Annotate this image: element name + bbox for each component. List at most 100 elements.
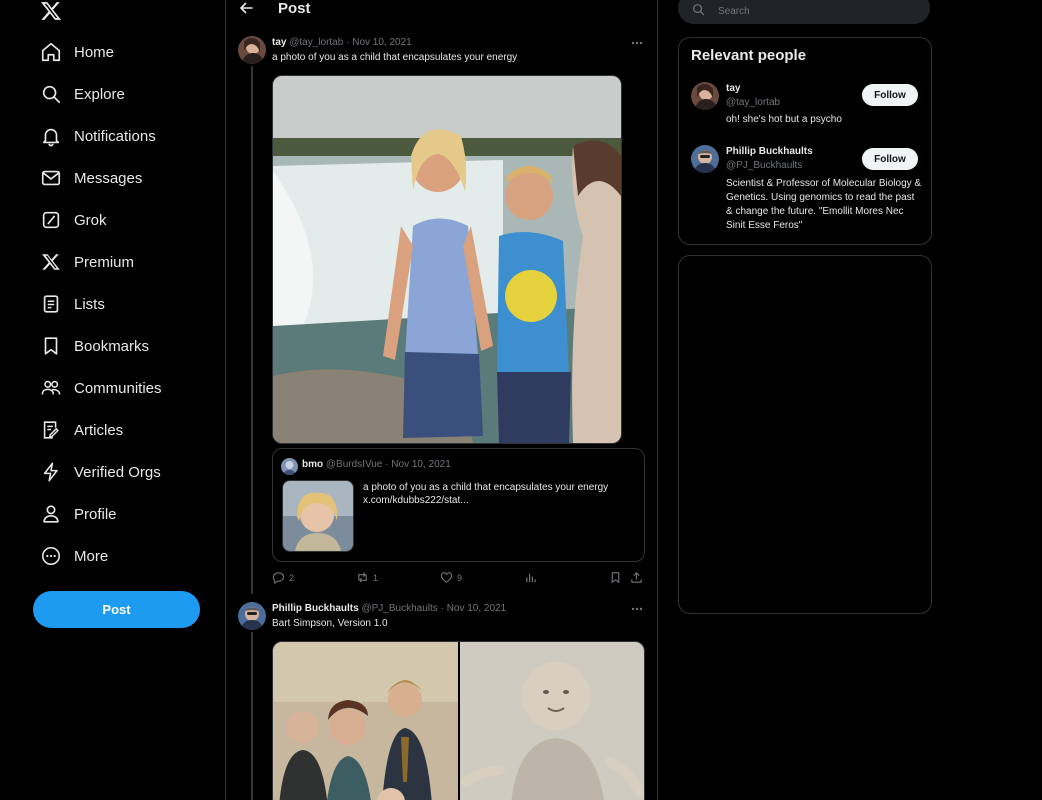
person-name[interactable]: tay	[726, 83, 740, 94]
nav-explore[interactable]: Explore	[40, 79, 125, 109]
views-button[interactable]	[524, 571, 541, 584]
tweet-header: Phillip Buckhaults @PJ_Buckhaults · Nov …	[272, 603, 506, 614]
avatar[interactable]	[691, 145, 719, 173]
avatar[interactable]	[238, 602, 266, 630]
page-title: Post	[278, 0, 311, 17]
person-icon	[40, 503, 62, 525]
person-bio: Scientist & Professor of Molecular Biolo…	[726, 178, 922, 231]
nav-label-bookmarks: Bookmarks	[74, 337, 150, 355]
bookmark-icon	[40, 335, 62, 357]
nav-communities[interactable]: Communities	[40, 373, 162, 403]
panel-title: Relevant people	[691, 47, 807, 64]
nav-label-grok: Grok	[74, 211, 107, 229]
sidebar-placeholder-panel	[678, 255, 932, 614]
lightning-icon	[40, 461, 62, 483]
search-icon	[692, 3, 705, 16]
nav-premium[interactable]: Premium	[40, 247, 134, 277]
separator-dot: ·	[346, 37, 350, 48]
nav-bookmarks[interactable]: Bookmarks	[40, 331, 149, 361]
nav-label-messages: Messages	[74, 169, 143, 187]
quoted-date: Nov 10, 2021	[391, 459, 451, 470]
person-name[interactable]: Phillip Buckhaults	[726, 146, 813, 157]
more-options-icon[interactable]	[630, 38, 644, 48]
quoted-tweet-card[interactable]: bmo @BurdsIVue · Nov 10, 2021 a photo of…	[272, 448, 645, 562]
quoted-tweet-text: a photo of you as a child that encapsula…	[363, 482, 609, 493]
like-button[interactable]: 9	[440, 571, 462, 584]
repost-count: 1	[373, 572, 379, 583]
quoted-author-name: bmo	[302, 459, 324, 470]
nav-label-notifications: Notifications	[74, 127, 156, 145]
quoted-tweet-link[interactable]: x.com/kdubbs222/stat...	[363, 495, 469, 506]
reply-button[interactable]: 2	[272, 571, 294, 584]
share-icon	[630, 571, 647, 584]
thread-connector	[251, 66, 253, 594]
quoted-author-handle: @BurdsIVue	[325, 459, 383, 470]
nav-messages[interactable]: Messages	[40, 163, 142, 193]
separator-dot: ·	[385, 459, 389, 470]
nav-home[interactable]: Home	[40, 37, 114, 67]
more-options-icon[interactable]	[630, 604, 644, 614]
avatar[interactable]	[691, 82, 719, 110]
post-button[interactable]: Post	[33, 591, 200, 628]
tweet-photo[interactable]	[272, 75, 622, 444]
nav-profile[interactable]: Profile	[40, 499, 117, 529]
back-arrow-icon[interactable]	[238, 0, 254, 16]
nav-label-more: More	[74, 547, 109, 565]
search-input[interactable]	[718, 4, 908, 18]
nav-label-explore: Explore	[74, 85, 125, 103]
list-icon	[40, 293, 62, 315]
x-icon	[40, 251, 62, 273]
nav-articles[interactable]: Articles	[40, 415, 123, 445]
avatar	[281, 458, 298, 475]
repost-icon	[356, 571, 373, 584]
left-navigation: Home Explore Notifications Messages Grok…	[0, 0, 226, 800]
share-button[interactable]	[630, 571, 647, 584]
tweet-date[interactable]: Nov 10, 2021	[352, 37, 412, 48]
article-icon	[40, 419, 62, 441]
nav-label-communities: Communities	[74, 379, 162, 397]
reply-count: 2	[289, 572, 295, 583]
tweet-photo-grid	[272, 641, 645, 800]
nav-label-profile: Profile	[74, 505, 117, 523]
tweet-actions-bar: 2 1 9	[272, 571, 648, 585]
separator-dot: ·	[440, 603, 444, 614]
avatar[interactable]	[238, 36, 266, 64]
x-logo-icon[interactable]	[39, 0, 63, 22]
tweet-author-name[interactable]: Phillip Buckhaults	[272, 603, 359, 614]
relevant-people-panel: Relevant people tay @tay_lortab Follow o…	[678, 37, 932, 245]
bookmark-icon	[609, 571, 626, 584]
tweet-author-handle[interactable]: @tay_lortab	[289, 37, 343, 48]
grok-icon	[40, 209, 62, 231]
tweet-author-handle[interactable]: @PJ_Buckhaults	[361, 603, 437, 614]
person-handle[interactable]: @PJ_Buckhaults	[726, 160, 802, 171]
tweet-author-name[interactable]: tay	[272, 37, 286, 48]
follow-button[interactable]: Follow	[862, 84, 918, 106]
quoted-thumbnail	[282, 480, 354, 552]
repost-button[interactable]: 1	[356, 571, 378, 584]
tweet-photo[interactable]	[273, 642, 458, 800]
nav-label-verified-orgs: Verified Orgs	[74, 463, 161, 481]
tweet-photo[interactable]	[460, 642, 644, 800]
person-handle[interactable]: @tay_lortab	[726, 97, 780, 108]
nav-lists[interactable]: Lists	[40, 289, 105, 319]
envelope-icon	[40, 167, 62, 189]
search-bar[interactable]	[678, 0, 930, 24]
person-bio: oh! she's hot but a psycho	[726, 114, 842, 125]
tweet-header: tay @tay_lortab · Nov 10, 2021	[272, 37, 412, 48]
follow-button[interactable]: Follow	[862, 148, 918, 170]
bookmark-button[interactable]	[609, 571, 626, 584]
people-icon	[40, 377, 62, 399]
nav-notifications[interactable]: Notifications	[40, 121, 156, 151]
chart-icon	[524, 571, 541, 584]
nav-label-lists: Lists	[74, 295, 105, 313]
nav-label-articles: Articles	[74, 421, 124, 439]
nav-verified-orgs[interactable]: Verified Orgs	[40, 457, 161, 487]
tweet-text: a photo of you as a child that encapsula…	[272, 52, 518, 63]
nav-more[interactable]: More	[40, 541, 108, 571]
like-count: 9	[457, 572, 463, 583]
tweet-date[interactable]: Nov 10, 2021	[447, 603, 507, 614]
nav-grok[interactable]: Grok	[40, 205, 107, 235]
thread-connector	[251, 632, 253, 800]
nav-label-premium: Premium	[74, 253, 135, 271]
home-icon	[40, 41, 62, 63]
